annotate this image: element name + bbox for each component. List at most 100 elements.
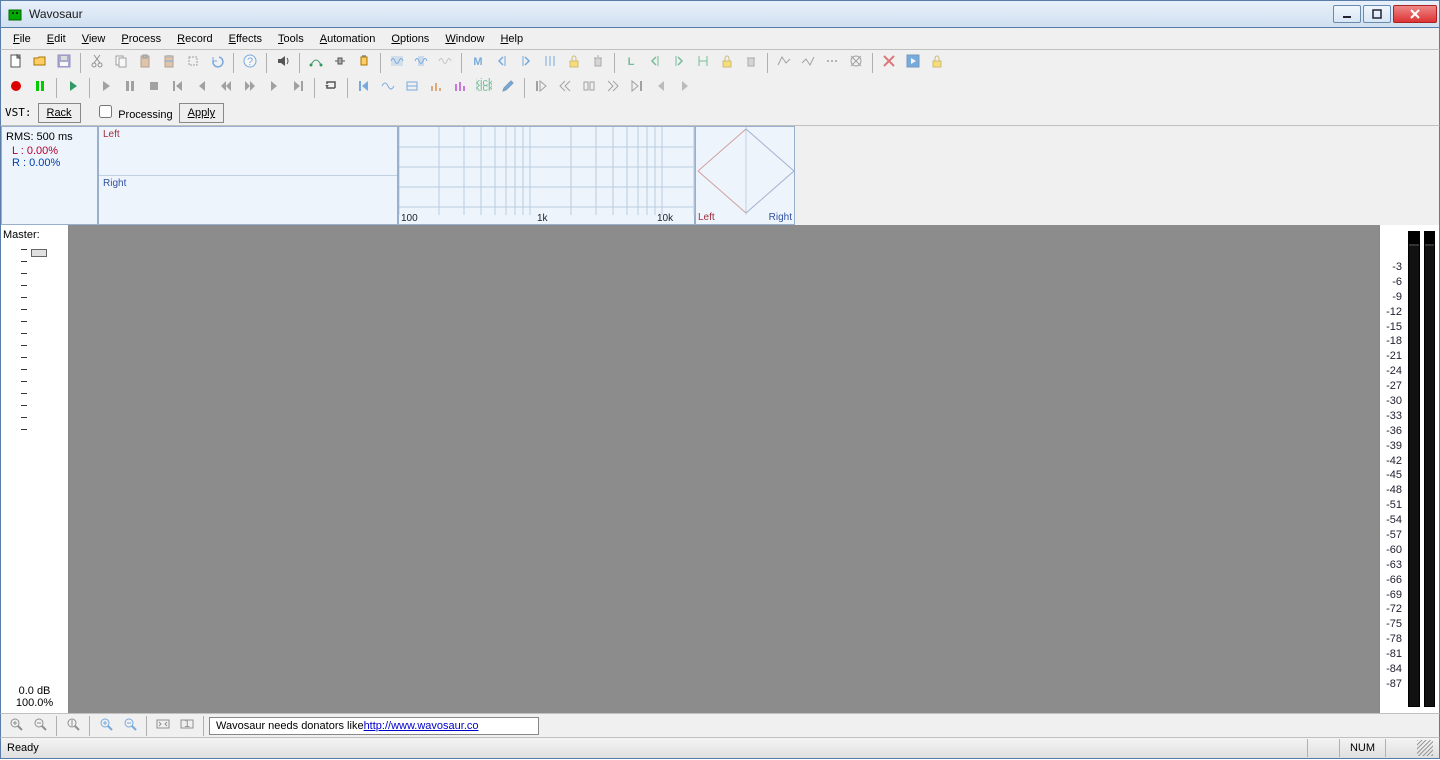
play2-button[interactable]: [95, 77, 117, 99]
wave-line-button[interactable]: [797, 52, 819, 74]
menu-view[interactable]: View: [74, 31, 114, 47]
undo-button[interactable]: [206, 52, 228, 74]
skipback-button[interactable]: [530, 77, 552, 99]
lock-yellow-button[interactable]: [563, 52, 585, 74]
menu-record[interactable]: Record: [169, 31, 220, 47]
menu-edit[interactable]: Edit: [39, 31, 74, 47]
select-all-wave-button[interactable]: [386, 52, 408, 74]
donator-link-box[interactable]: Wavosaur needs donators like http://www.…: [209, 717, 539, 735]
zoom-sel-out-button[interactable]: [119, 715, 141, 737]
donator-link[interactable]: http://www.wavosaur.co: [364, 720, 479, 732]
menu-effects[interactable]: Effects: [221, 31, 270, 47]
minimize-button[interactable]: [1333, 5, 1361, 23]
lock3-button[interactable]: [926, 52, 948, 74]
goto-start-button[interactable]: [353, 77, 375, 99]
mdi-area[interactable]: [69, 225, 1379, 713]
marker-auto-button[interactable]: [539, 52, 561, 74]
zoom-out-button[interactable]: [29, 715, 51, 737]
new-button[interactable]: [5, 52, 27, 74]
repeat-button[interactable]: [320, 77, 342, 99]
fade-wave-button[interactable]: [434, 52, 456, 74]
zoom-toolbar: 1 Wavosaur needs donators like http://www…: [0, 713, 1440, 737]
record-button[interactable]: [5, 77, 27, 99]
region-button[interactable]: [401, 77, 423, 99]
help-button[interactable]: ?: [239, 52, 261, 74]
resize-grip[interactable]: [1417, 740, 1433, 756]
zoom-one-button[interactable]: 1: [176, 715, 198, 737]
prev-track-button[interactable]: [167, 77, 189, 99]
loop-back-button[interactable]: [644, 52, 666, 74]
meter-tick: -9: [1380, 291, 1404, 306]
menu-file[interactable]: File: [5, 31, 39, 47]
menu-process[interactable]: Process: [113, 31, 169, 47]
maximize-button[interactable]: [1363, 5, 1391, 23]
next-track-button[interactable]: [287, 77, 309, 99]
next-button[interactable]: [263, 77, 285, 99]
master-slider-thumb[interactable]: [31, 249, 47, 257]
plug-button[interactable]: [353, 52, 375, 74]
menu-automation[interactable]: Automation: [312, 31, 384, 47]
loop-auto-button[interactable]: [692, 52, 714, 74]
route-button[interactable]: [305, 52, 327, 74]
copy-button[interactable]: [110, 52, 132, 74]
zoom-v-button[interactable]: [62, 715, 84, 737]
skipfwd-button[interactable]: [626, 77, 648, 99]
spectrum-grid: [399, 127, 696, 227]
play-box-button[interactable]: [902, 52, 924, 74]
wave-dots-button[interactable]: [821, 52, 843, 74]
master-db: 0.0 dB: [3, 685, 66, 697]
menu-help[interactable]: Help: [492, 31, 531, 47]
kick-button[interactable]: kickkick: [473, 77, 495, 99]
paste-mix-button[interactable]: [158, 52, 180, 74]
crop-button[interactable]: [182, 52, 204, 74]
ffwd-button[interactable]: [239, 77, 261, 99]
zoom-full-button[interactable]: [152, 715, 174, 737]
tri-left-button[interactable]: [650, 77, 672, 99]
lock-yellow2-button[interactable]: [716, 52, 738, 74]
vu-button[interactable]: [29, 77, 51, 99]
cut-button[interactable]: [86, 52, 108, 74]
loop-fwd-button[interactable]: [668, 52, 690, 74]
pause-button[interactable]: [119, 77, 141, 99]
wave-env-button[interactable]: [773, 52, 795, 74]
open-button[interactable]: [29, 52, 51, 74]
loop-l-button[interactable]: L: [620, 52, 642, 74]
wave-x-button[interactable]: [845, 52, 867, 74]
processing-checkbox[interactable]: Processing: [99, 105, 173, 121]
zoom-out-icon: [32, 716, 48, 735]
prev-button[interactable]: [191, 77, 213, 99]
trash2-button[interactable]: [740, 52, 762, 74]
trash-button[interactable]: [587, 52, 609, 74]
menu-window[interactable]: Window: [437, 31, 492, 47]
vst-apply-button[interactable]: Apply: [179, 103, 225, 123]
skipback2-button[interactable]: [554, 77, 576, 99]
vst-rack-button[interactable]: Rack: [38, 103, 81, 123]
marker-m-button[interactable]: M: [467, 52, 489, 74]
tri-right-button[interactable]: [674, 77, 696, 99]
close-button[interactable]: [1393, 5, 1437, 23]
speaker-button[interactable]: [272, 52, 294, 74]
pencil-button[interactable]: [497, 77, 519, 99]
bars2-button[interactable]: [449, 77, 471, 99]
rew-button[interactable]: [215, 77, 237, 99]
splitblock-button[interactable]: [578, 77, 600, 99]
master-slider[interactable]: [3, 249, 66, 677]
loop-fwd-icon: [671, 53, 687, 72]
bars-button[interactable]: [425, 77, 447, 99]
cancel-x-button[interactable]: [878, 52, 900, 74]
wave-tool-button[interactable]: [377, 77, 399, 99]
save-button[interactable]: [53, 52, 75, 74]
zoom-in-button[interactable]: [5, 715, 27, 737]
stop-button[interactable]: [143, 77, 165, 99]
play-button[interactable]: [62, 77, 84, 99]
menu-tools[interactable]: Tools: [270, 31, 312, 47]
paste-button[interactable]: [134, 52, 156, 74]
skipfwd2-button[interactable]: [602, 77, 624, 99]
connector-button[interactable]: [329, 52, 351, 74]
spectrum-panel: 100 1k 10k: [398, 126, 695, 225]
trim-wave-button[interactable]: [410, 52, 432, 74]
menu-options[interactable]: Options: [383, 31, 437, 47]
marker-back-button[interactable]: [491, 52, 513, 74]
zoom-sel-in-button[interactable]: [95, 715, 117, 737]
marker-fwd-button[interactable]: [515, 52, 537, 74]
